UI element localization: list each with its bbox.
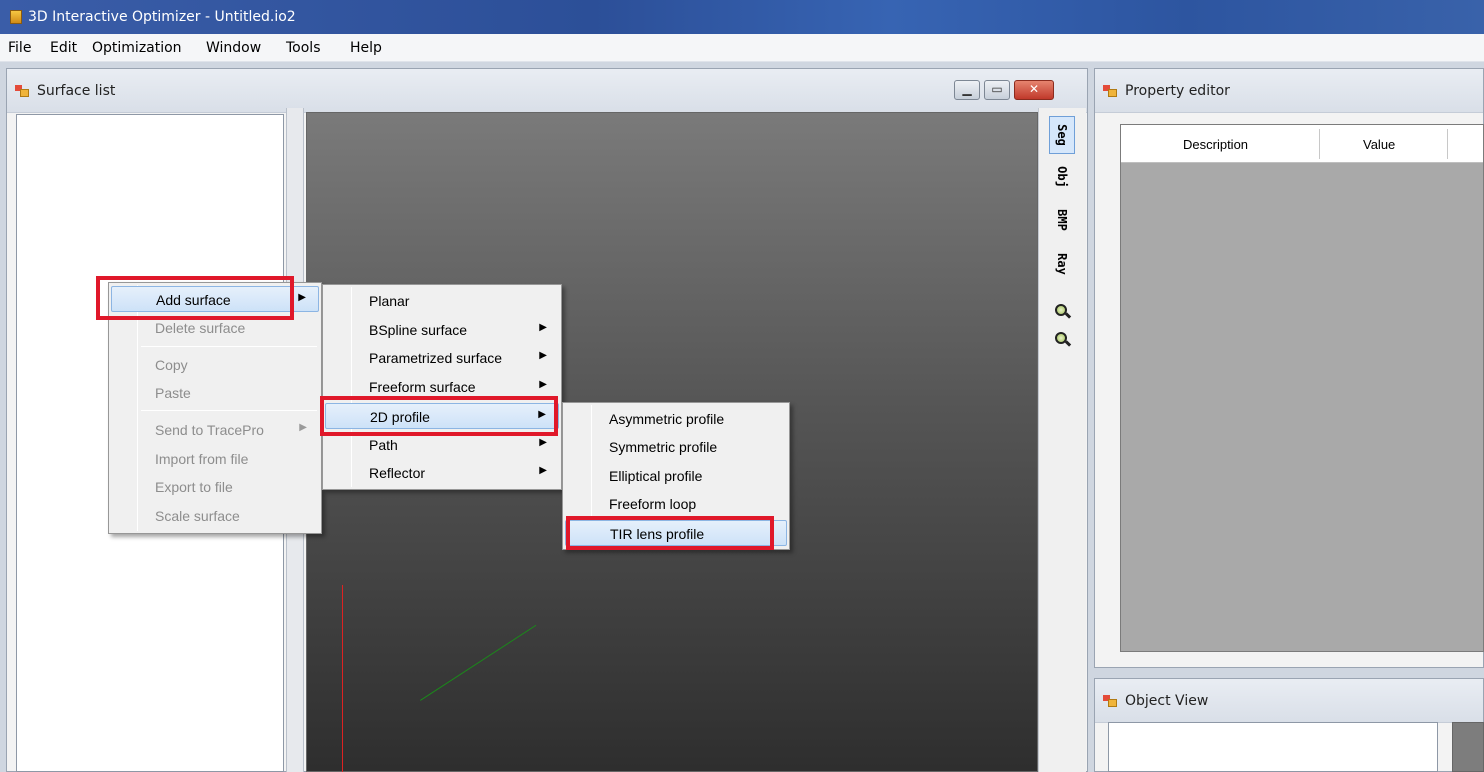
menu-item-import-from-file[interactable]: Import from file xyxy=(111,446,319,472)
menu-item-export-to-file[interactable]: Export to file xyxy=(111,474,319,500)
title-bar: 3D Interactive Optimizer - Untitled.io2 xyxy=(0,0,1484,34)
chevron-right-icon: ▶ xyxy=(539,322,547,333)
menu-item-bspline-surface[interactable]: BSpline surface ▶ xyxy=(325,317,559,343)
menu-item-parametrized-surface[interactable]: Parametrized surface ▶ xyxy=(325,345,559,371)
app-icon xyxy=(10,10,22,24)
chevron-right-icon: ▶ xyxy=(299,422,307,433)
close-button[interactable]: ✕ xyxy=(1014,80,1054,100)
panel-icon xyxy=(1103,85,1119,98)
property-grid[interactable]: Description Value xyxy=(1120,124,1484,652)
menu-item-reflector[interactable]: Reflector ▶ xyxy=(325,460,559,486)
menu-optimization[interactable]: Optimization xyxy=(92,40,182,56)
menu-edit[interactable]: Edit xyxy=(50,40,77,56)
chevron-right-icon: ▶ xyxy=(539,437,547,448)
axis-y-line xyxy=(342,585,343,772)
menu-item-tir-lens-profile[interactable]: TIR lens profile xyxy=(565,520,787,546)
chevron-right-icon: ▶ xyxy=(298,292,306,303)
add-surface-submenu: Planar BSpline surface ▶ Parametrized sur… xyxy=(322,284,562,490)
menu-item-elliptical-profile[interactable]: Elliptical profile xyxy=(565,463,787,489)
tab-ray[interactable]: Ray xyxy=(1049,246,1075,282)
property-grid-header: Description Value xyxy=(1121,125,1483,163)
close-icon: ✕ xyxy=(1028,82,1040,96)
menu-item-freeform-surface[interactable]: Freeform surface ▶ xyxy=(325,374,559,400)
profile-submenu: Asymmetric profile Symmetric profile Ell… xyxy=(562,402,790,550)
property-editor-title: Property editor xyxy=(1125,83,1230,99)
chevron-right-icon: ▶ xyxy=(539,350,547,361)
column-description[interactable]: Description xyxy=(1183,137,1248,152)
menu-window[interactable]: Window xyxy=(206,40,261,56)
property-editor-header: Property editor xyxy=(1095,69,1483,113)
menu-item-asymmetric-profile[interactable]: Asymmetric profile xyxy=(565,406,787,432)
menu-help[interactable]: Help xyxy=(350,40,382,56)
object-view-tree[interactable] xyxy=(1108,722,1438,772)
surface-list-header: Surface list xyxy=(7,69,1087,113)
panel-icon xyxy=(15,85,31,98)
minimize-icon: ▁ xyxy=(962,82,972,96)
menu-item-add-surface[interactable]: Add surface ▶ xyxy=(111,286,319,312)
menu-item-scale-surface[interactable]: Scale surface xyxy=(111,503,319,529)
chevron-right-icon: ▶ xyxy=(538,409,546,420)
chevron-right-icon: ▶ xyxy=(539,465,547,476)
menu-item-send-to-tracepro[interactable]: Send to TracePro ▶ xyxy=(111,417,319,443)
zoom-extents-icon[interactable] xyxy=(1055,332,1072,348)
menu-bar: File Edit Optimization Window Tools Help xyxy=(0,34,1484,62)
menu-tools[interactable]: Tools xyxy=(286,40,321,56)
menu-item-2d-profile[interactable]: 2D profile ▶ xyxy=(325,403,559,429)
menu-file[interactable]: File xyxy=(8,40,31,56)
maximize-button[interactable]: ▭ xyxy=(984,80,1010,100)
panel-icon xyxy=(1103,695,1119,708)
zoom-in-icon[interactable] xyxy=(1055,304,1072,320)
context-menu: Add surface ▶ Delete surface Copy Paste S… xyxy=(108,282,322,534)
menu-item-copy[interactable]: Copy xyxy=(111,352,319,378)
menu-item-path[interactable]: Path ▶ xyxy=(325,432,559,458)
menu-item-symmetric-profile[interactable]: Symmetric profile xyxy=(565,434,787,460)
window-title: 3D Interactive Optimizer - Untitled.io2 xyxy=(28,9,296,25)
object-view-header: Object View xyxy=(1095,679,1483,723)
tab-bmp[interactable]: BMP xyxy=(1049,202,1075,238)
menu-item-delete-surface[interactable]: Delete surface xyxy=(111,315,319,341)
menu-item-paste[interactable]: Paste xyxy=(111,380,319,406)
object-view-preview xyxy=(1452,722,1484,772)
tab-seg[interactable]: Seg xyxy=(1049,116,1075,154)
menu-item-freeform-loop[interactable]: Freeform loop xyxy=(565,491,787,517)
menu-item-planar[interactable]: Planar xyxy=(325,288,559,314)
object-view-title: Object View xyxy=(1125,693,1209,709)
surface-list-title: Surface list xyxy=(37,83,116,99)
maximize-icon: ▭ xyxy=(991,82,1003,96)
chevron-right-icon: ▶ xyxy=(539,379,547,390)
viewer-toolbar: Seg Obj BMP Ray xyxy=(1038,108,1086,772)
column-value[interactable]: Value xyxy=(1363,137,1395,152)
tab-obj[interactable]: Obj xyxy=(1049,160,1075,194)
minimize-button[interactable]: ▁ xyxy=(954,80,980,100)
